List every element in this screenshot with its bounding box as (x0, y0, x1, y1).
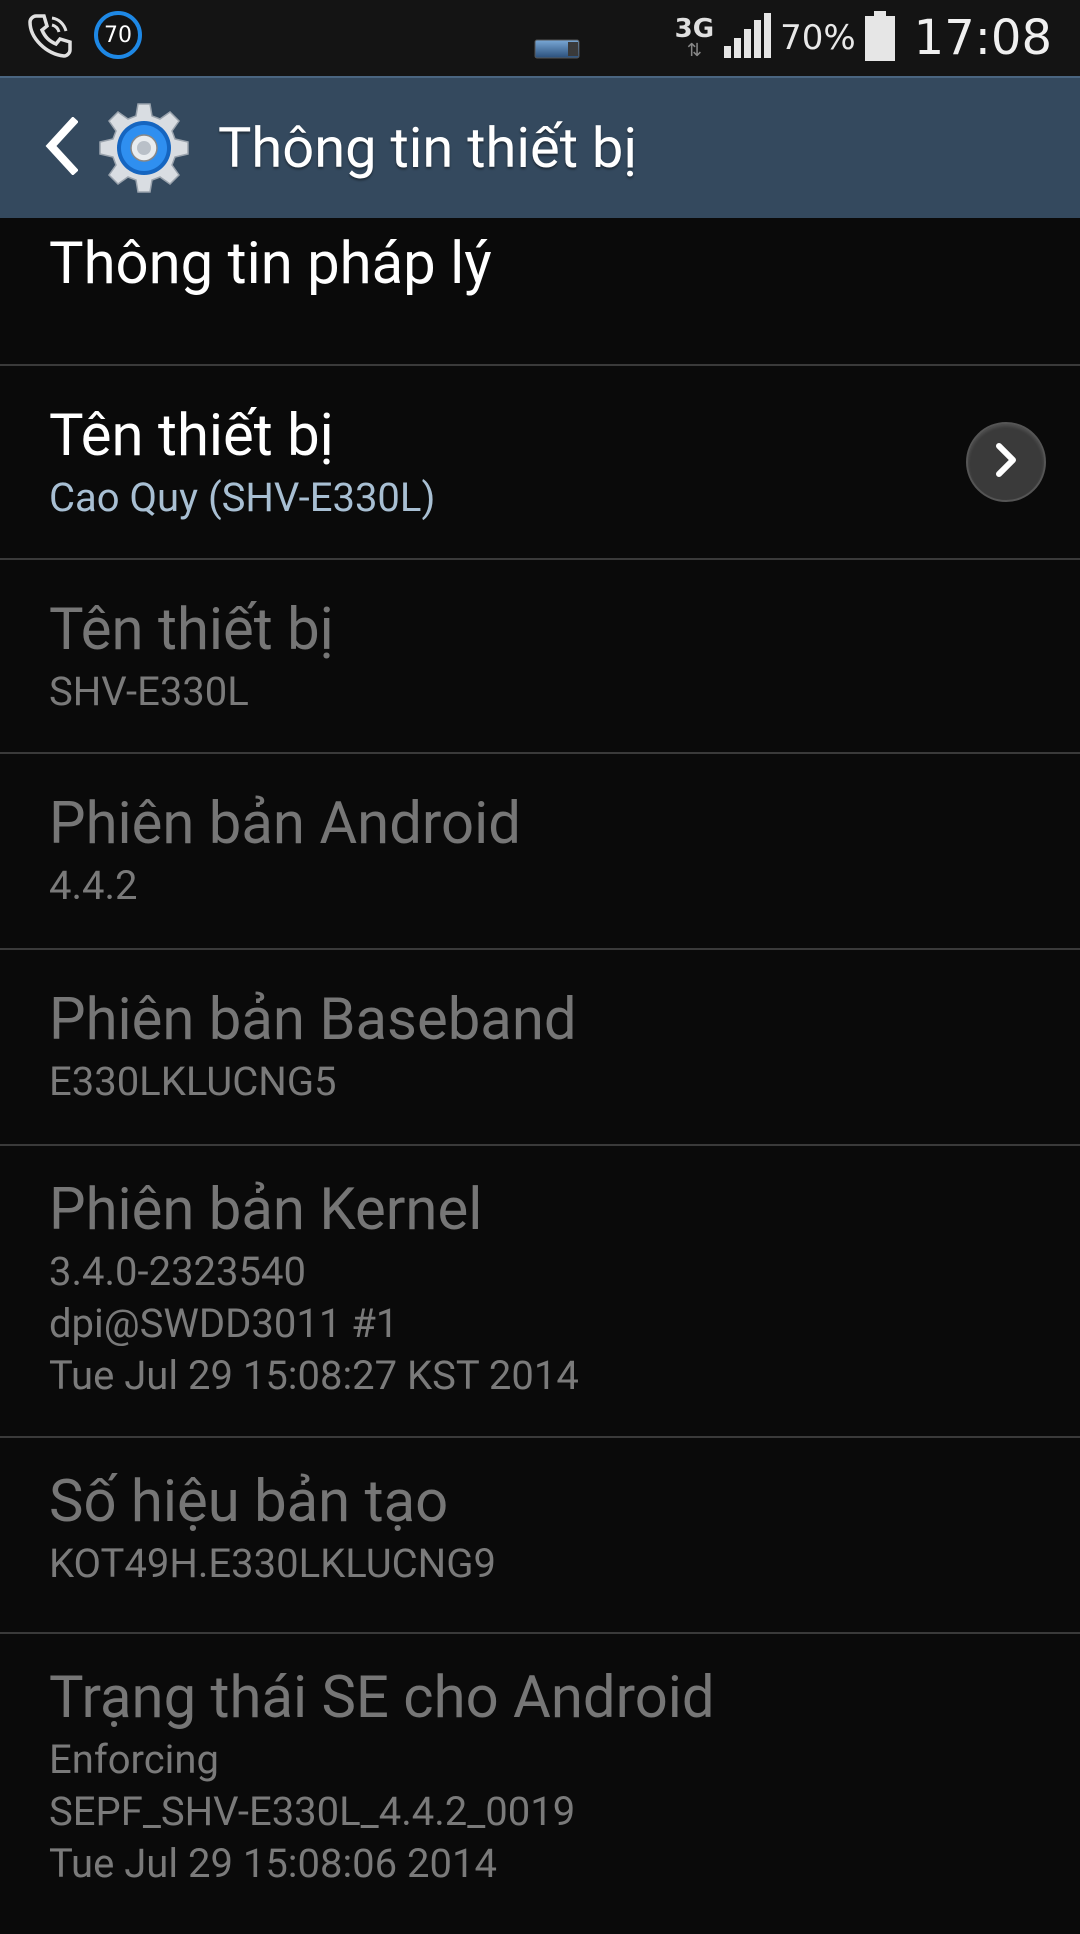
list-item-model-name: Tên thiết bị SHV-E330L (0, 560, 1080, 754)
settings-list: Thông tin pháp lý Tên thiết bị Cao Quy (… (0, 218, 1080, 1934)
data-activity-icon: ⇅ (686, 40, 702, 61)
list-item-title: Số hiệu bản tạo (49, 1468, 449, 1536)
list-item-subtitle-line: SEPF_SHV-E330L_4.4.2_0019 (49, 1787, 576, 1835)
list-item-subtitle-line: dpi@SWDD3011 #1 (49, 1299, 399, 1347)
network-type-icon: 3G ⇅ (675, 16, 714, 60)
chevron-right-button[interactable] (966, 422, 1046, 502)
page-title: Thông tin thiết bị (218, 115, 637, 181)
notification-badge-icon: 70 (94, 11, 142, 59)
list-item-title: Tên thiết bị (49, 596, 334, 664)
battery-percent: 70% (780, 18, 856, 58)
list-item-subtitle-line: Enforcing (49, 1735, 219, 1783)
list-item-device-name[interactable]: Tên thiết bị Cao Quy (SHV-E330L) (0, 366, 1080, 560)
list-item-subtitle-line: Tue Jul 29 15:08:06 2014 (49, 1839, 497, 1887)
list-item-baseband-version: Phiên bản Baseband E330LKLUCNG5 (0, 950, 1080, 1146)
chevron-right-icon (993, 441, 1019, 483)
list-item-title: Phiên bản Baseband (49, 986, 577, 1054)
signal-strength-icon (722, 12, 772, 64)
list-item-legal-info[interactable]: Thông tin pháp lý (0, 218, 1080, 366)
battery-notification-icon (534, 38, 582, 64)
list-item-subtitle: 4.4.2 (49, 861, 138, 909)
list-item-kernel-version: Phiên bản Kernel 3.4.0-2323540 dpi@SWDD3… (0, 1146, 1080, 1438)
list-item-build-number[interactable]: Số hiệu bản tạo KOT49H.E330LKLUCNG9 (0, 1438, 1080, 1634)
list-item-subtitle: SHV-E330L (49, 667, 249, 715)
list-item-title: Phiên bản Kernel (49, 1176, 483, 1244)
back-chevron-icon (44, 116, 79, 179)
list-item-subtitle: E330LKLUCNG5 (49, 1057, 337, 1105)
battery-icon (864, 10, 896, 66)
list-item-subtitle-line: Tue Jul 29 15:08:27 KST 2014 (49, 1351, 579, 1399)
status-bar: 70 3G ⇅ 70% 17:08 (0, 0, 1080, 76)
list-item-title: Phiên bản Android (49, 790, 521, 858)
phone-call-icon (24, 10, 74, 60)
settings-gear-icon[interactable] (96, 100, 192, 196)
list-item-title: Tên thiết bị (49, 402, 334, 470)
list-item-subtitle-line: 3.4.0-2323540 (49, 1247, 306, 1295)
list-item-se-android-status: Trạng thái SE cho Android Enforcing SEPF… (0, 1634, 1080, 1934)
list-item-title: Thông tin pháp lý (49, 230, 492, 298)
list-item-subtitle: KOT49H.E330LKLUCNG9 (49, 1539, 496, 1587)
action-bar: Thông tin thiết bị (0, 76, 1080, 218)
back-button[interactable] (14, 78, 79, 218)
clock: 17:08 (913, 10, 1052, 66)
network-type-label: 3G (674, 14, 715, 44)
list-item-android-version[interactable]: Phiên bản Android 4.4.2 (0, 754, 1080, 950)
list-item-title: Trạng thái SE cho Android (49, 1664, 715, 1732)
list-item-subtitle: Cao Quy (SHV-E330L) (49, 473, 436, 521)
